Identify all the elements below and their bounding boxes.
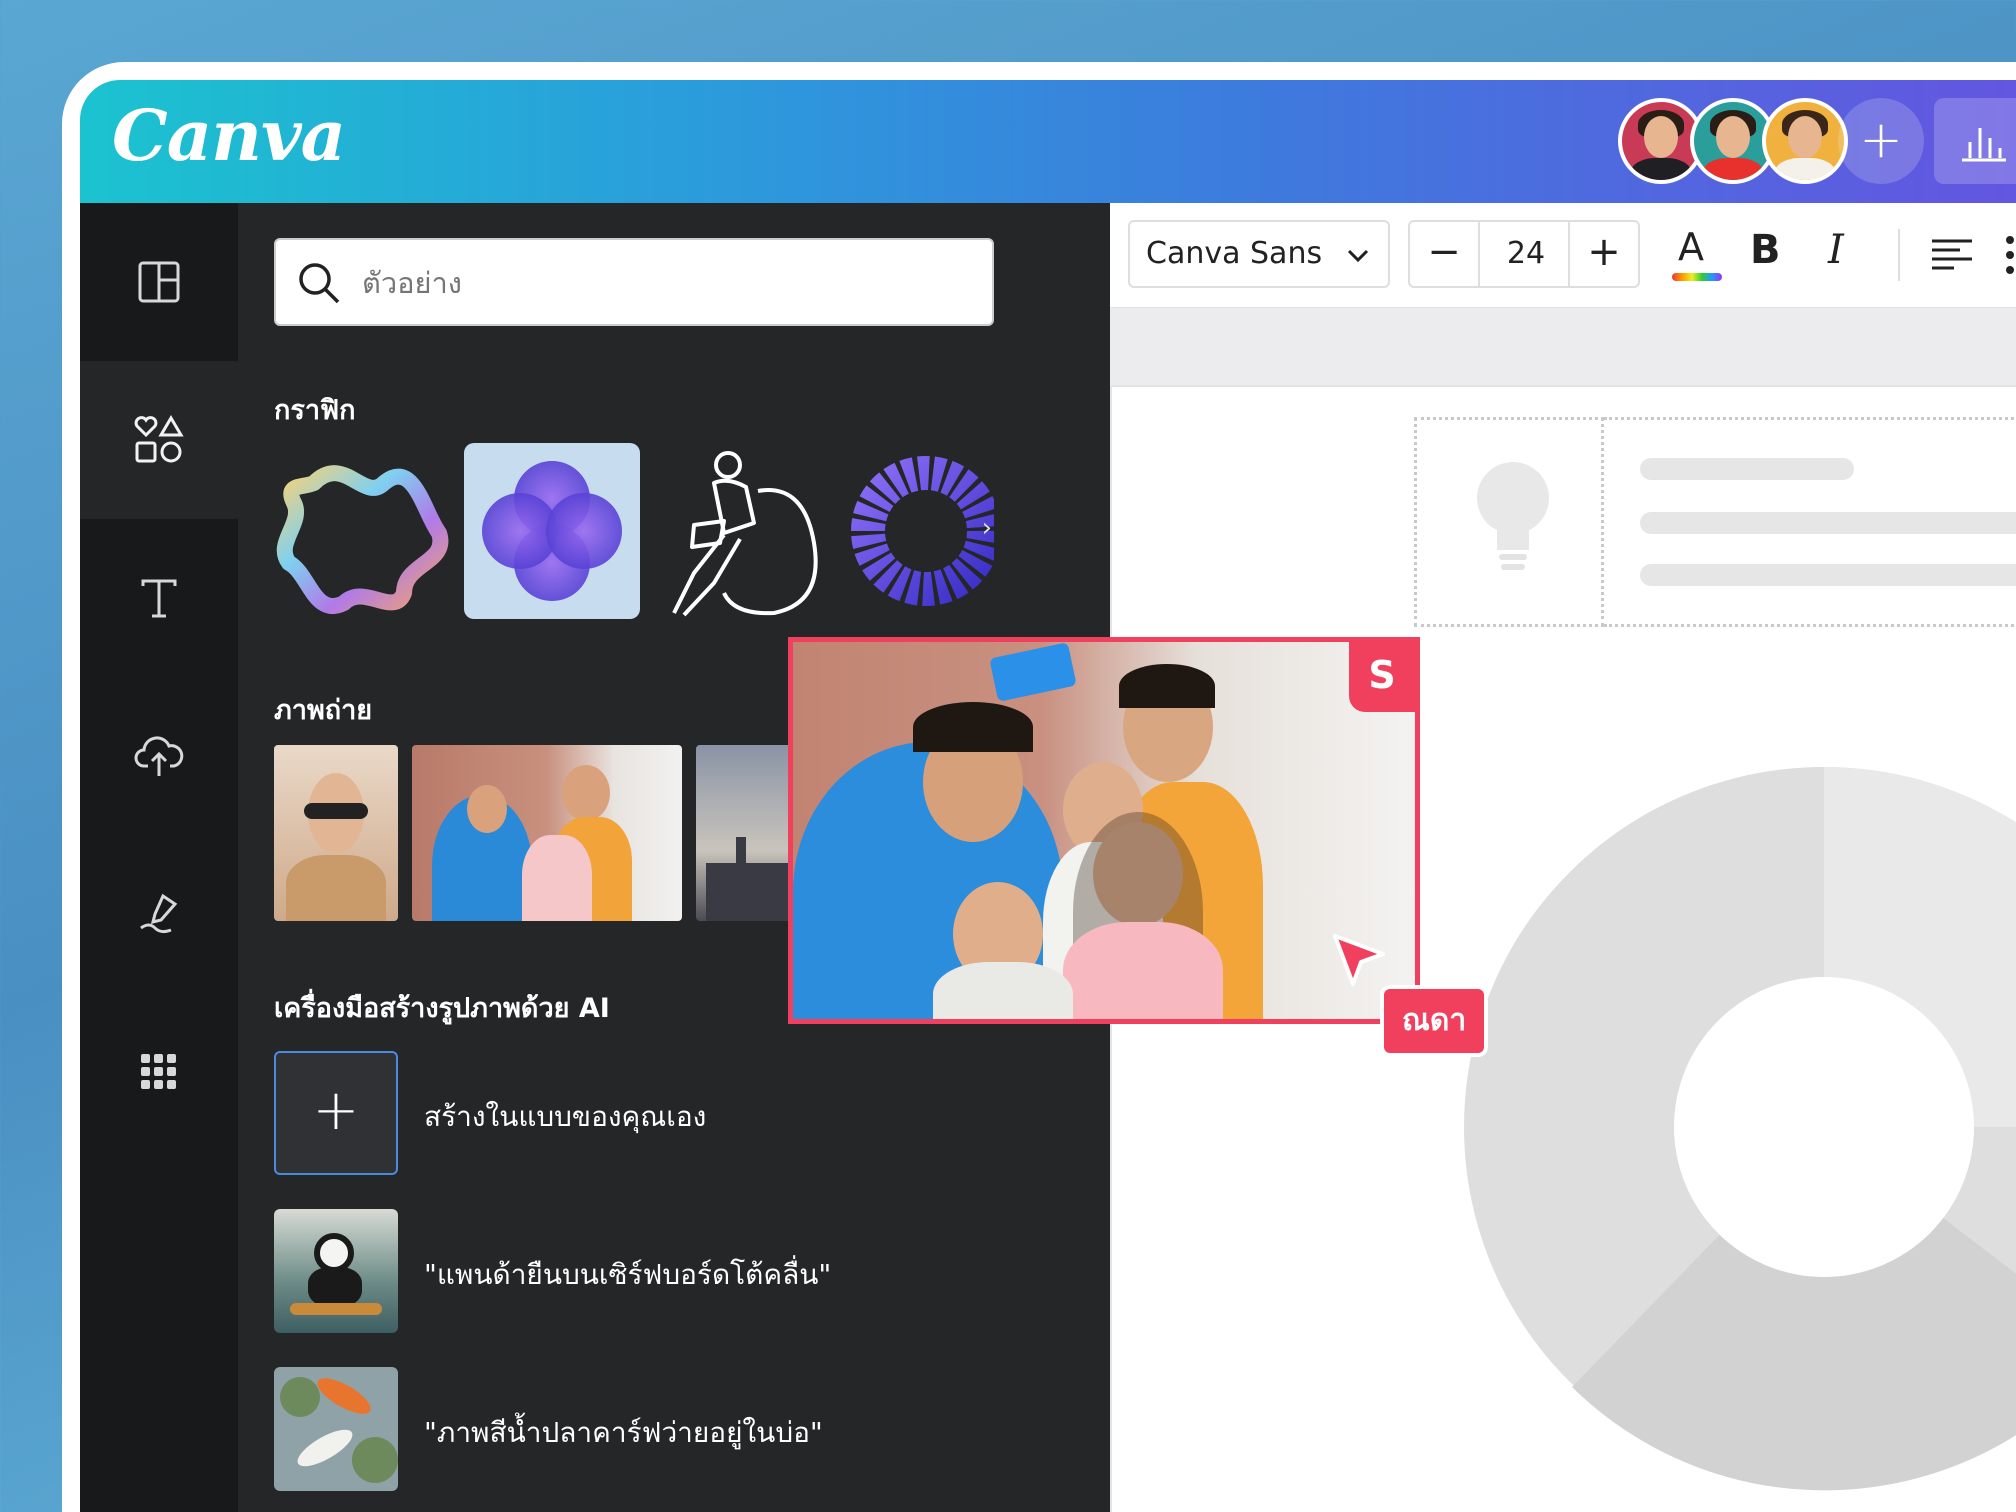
toolbar-divider [1898,229,1900,281]
search-box[interactable] [274,238,994,326]
search-input[interactable] [362,260,962,306]
photo-woman-sunglasses[interactable] [274,745,398,921]
ai-prompt-koi-item[interactable]: "ภาพสีน้ำปลาคาร์ฟว่ายอยู่ในบ่อ" [274,1367,994,1491]
collaborator-name-tag: ณดา [1380,985,1489,1057]
rail-item-uploads[interactable] [80,677,238,835]
chevron-right-icon[interactable]: › [982,513,992,543]
top-bar: Canva + [80,80,2016,203]
canva-logo[interactable]: Canva [112,94,346,177]
font-size-stepper[interactable]: − 24 + [1408,220,1640,288]
photo-group-selfie[interactable] [412,745,682,921]
plus-icon: + [274,1051,398,1175]
decrease-size-button[interactable]: − [1410,222,1480,286]
cloud-upload-icon [134,736,184,776]
rail-item-text[interactable] [80,519,238,677]
canva-editor: Canva + ตัวอย่าง กราฟิก › ภาพถ่าย เครื่อ… [80,80,2016,1512]
bullet-list-icon[interactable] [2006,235,2016,275]
photos-heading: ภาพถ่าย [274,695,373,726]
font-size-value[interactable]: 24 [1480,236,1572,271]
graphics-heading: กราฟิก [274,395,356,426]
collaborator-badge: S [1349,642,1415,712]
ai-item-label: สร้างในแบบของคุณเอง [424,1100,707,1133]
rail-item-elements[interactable] [80,361,238,519]
plus-icon[interactable]: + [1838,98,1924,184]
font-family-dropdown[interactable]: Canva Sans [1128,220,1390,288]
apps-grid-icon [141,1054,176,1089]
pen-icon [140,893,178,934]
search-icon [299,263,340,304]
collaborator-avatar-3[interactable] [1762,98,1848,184]
rail-item-design[interactable] [80,203,238,361]
rail-item-apps[interactable] [80,993,238,1151]
shapes-icon [134,415,184,463]
ai-item-label: "ภาพสีน้ำปลาคาร์ฟว่ายอยู่ในบ่อ" [424,1416,823,1449]
color-rainbow-bar [1672,273,1722,281]
layout-icon [138,261,180,303]
side-rail [80,203,238,1512]
text-color-button[interactable]: A [1668,225,1724,285]
rail-item-draw[interactable] [80,835,238,993]
graphic-chrome-blob[interactable] [274,443,450,619]
ai-prompt-panda-item[interactable]: "แพนด้ายืนบนเซิร์ฟบอร์ดโต้คลื่น" [274,1209,994,1333]
placeholder-line [1640,564,2016,586]
photo-city-skyline[interactable] [696,745,796,921]
font-family-value: Canva Sans [1146,236,1323,271]
graphic-purple-coil[interactable]: › [844,443,994,619]
placeholder-line [1640,512,2016,534]
image-placeholder-frame[interactable] [1414,417,1604,627]
text-color-glyph: A [1678,225,1704,269]
text-placeholder-frame[interactable] [1604,417,2016,627]
thumb-koi-pond [274,1367,398,1491]
graphic-person-laptop[interactable] [654,443,830,619]
text-toolbar: Canva Sans − 24 + A B I [1110,203,2016,308]
increase-size-button[interactable]: + [1568,222,1638,286]
graphic-purple-flower[interactable] [464,443,640,619]
thumb-panda-surf [274,1209,398,1333]
ai-create-own-item[interactable]: + สร้างในแบบของคุณเอง [274,1051,994,1175]
chevron-down-icon [1347,249,1369,263]
align-left-icon[interactable] [1930,237,1974,273]
donut-chart-graphic[interactable] [1412,727,2016,1512]
ai-item-label: "แพนด้ายืนบนเซิร์ฟบอร์ดโต้คลื่น" [424,1258,832,1291]
text-icon [141,579,177,618]
dragged-photo[interactable]: S [788,637,1420,1024]
placeholder-line [1640,458,1854,480]
cursor-arrow-icon [1333,934,1385,986]
bold-button[interactable]: B [1750,227,1781,273]
ai-tools-heading: เครื่องมือสร้างรูปภาพด้วย AI [274,993,610,1024]
bar-chart-icon[interactable] [1934,98,2016,184]
lightbulb-icon [1477,462,1549,570]
italic-button[interactable]: I [1828,227,1844,273]
